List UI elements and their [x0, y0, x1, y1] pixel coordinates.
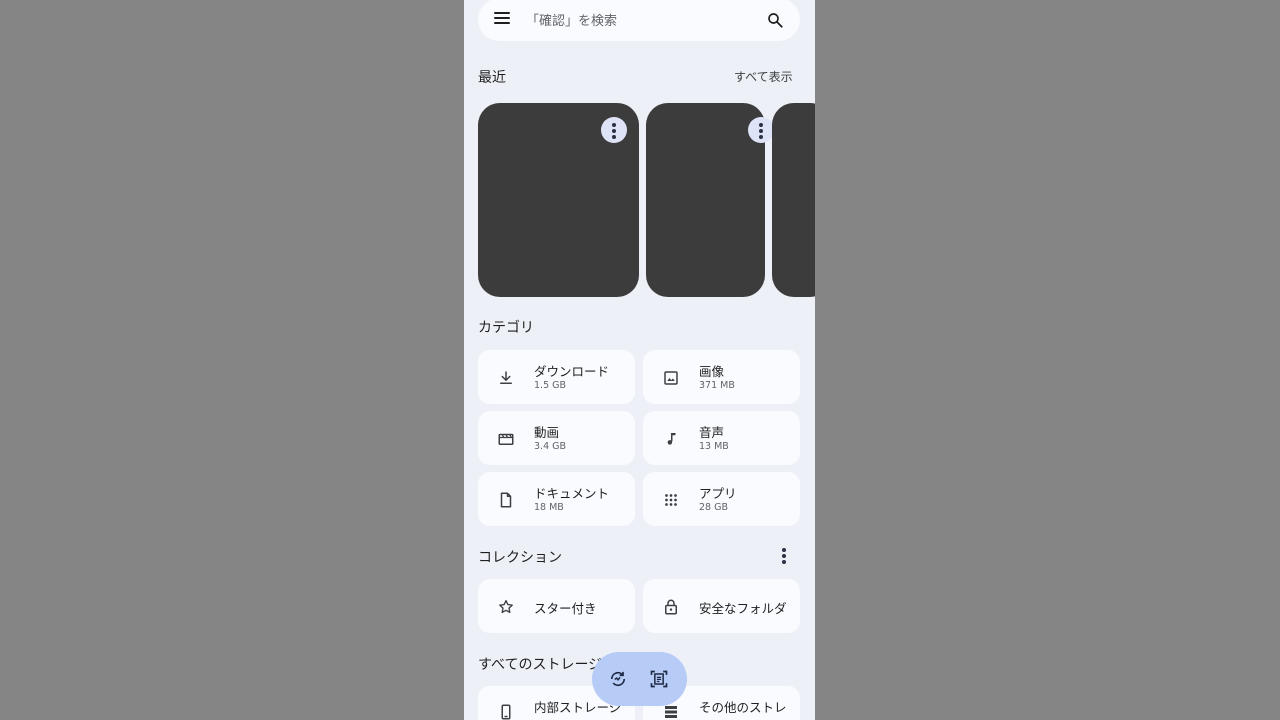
recent-title: 最近 — [478, 70, 506, 86]
category-documents[interactable]: ドキュメント 18 MB — [478, 472, 635, 526]
category-name: アプリ — [699, 486, 737, 501]
category-size: 28 GB — [699, 502, 728, 513]
category-audio[interactable]: 音声 13 MB — [643, 411, 800, 465]
categories-title: カテゴリ — [478, 320, 534, 336]
more-vert-icon — [759, 123, 763, 141]
image-icon — [664, 371, 678, 385]
floating-action-bar — [592, 652, 687, 706]
category-size: 371 MB — [699, 380, 735, 391]
see-all-link[interactable]: すべて表示 — [734, 68, 793, 85]
recent-thumbnail[interactable] — [478, 103, 639, 297]
apps-grid-icon — [665, 494, 677, 506]
collections-more-icon[interactable] — [782, 548, 786, 566]
scan-document-icon[interactable] — [649, 669, 669, 689]
search-icon[interactable] — [766, 11, 784, 29]
storage-title: すべてのストレージ — [478, 657, 603, 673]
category-apps[interactable]: アプリ 28 GB — [643, 472, 800, 526]
collection-name: スター付き — [534, 601, 597, 616]
category-size: 13 MB — [699, 441, 729, 452]
category-size: 1.5 GB — [534, 380, 567, 391]
more-options-button[interactable] — [748, 117, 774, 143]
recent-thumbnail[interactable] — [646, 103, 774, 297]
sync-clean-icon[interactable] — [608, 669, 628, 689]
category-name: 画像 — [699, 364, 725, 379]
video-icon — [498, 433, 514, 445]
download-icon — [500, 371, 512, 384]
collection-name: 安全なフォルダ — [699, 601, 787, 616]
menu-icon[interactable] — [494, 12, 510, 26]
recent-thumbnail[interactable] — [772, 103, 815, 297]
files-app-screen: 「確認」を検索 最近 すべて表示 カテゴリ ダウンロード 1.5 GB 画像 3… — [464, 0, 815, 720]
category-name: ダウンロード — [534, 364, 610, 379]
category-size: 18 MB — [534, 502, 564, 513]
lock-icon — [665, 599, 677, 615]
storage-name: その他のストレ — [699, 700, 787, 715]
category-name: 動画 — [534, 425, 560, 440]
collection-safe-folder[interactable]: 安全なフォルダ — [643, 579, 800, 633]
category-downloads[interactable]: ダウンロード 1.5 GB — [478, 350, 635, 404]
search-placeholder[interactable]: 「確認」を検索 — [526, 10, 617, 29]
star-icon — [499, 599, 513, 614]
category-images[interactable]: 画像 371 MB — [643, 350, 800, 404]
category-size: 3.4 GB — [534, 441, 567, 452]
category-name: 音声 — [699, 425, 725, 440]
more-options-button[interactable] — [601, 117, 627, 143]
category-name: ドキュメント — [534, 486, 610, 501]
more-vert-icon — [612, 123, 616, 141]
music-note-icon — [667, 433, 676, 445]
category-videos[interactable]: 動画 3.4 GB — [478, 411, 635, 465]
search-bar[interactable]: 「確認」を検索 — [478, 0, 800, 41]
collection-starred[interactable]: スター付き — [478, 579, 635, 633]
collections-title: コレクション — [478, 550, 562, 566]
document-icon — [500, 492, 512, 508]
phone-icon — [501, 704, 511, 720]
